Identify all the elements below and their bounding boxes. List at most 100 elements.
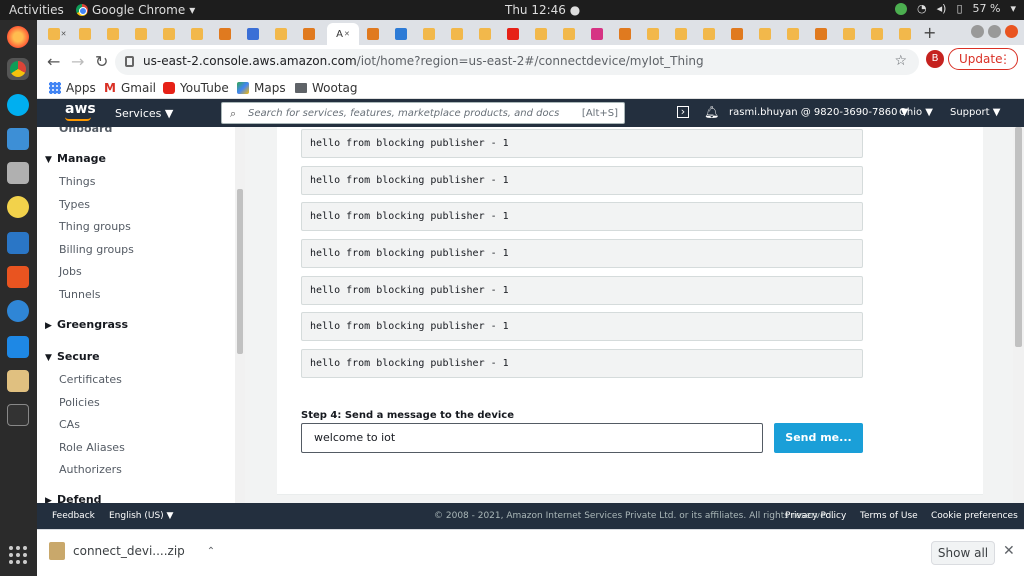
tab[interactable] <box>893 23 917 45</box>
files-icon[interactable] <box>7 162 29 184</box>
cookie-preferences-link[interactable]: Cookie preferences <box>931 511 1018 521</box>
bookmark-wootag[interactable]: Wootag <box>295 81 358 95</box>
skype-icon[interactable] <box>7 94 29 116</box>
minimize-button[interactable] <box>971 25 984 38</box>
tab[interactable] <box>73 23 97 45</box>
sidebar-scroll-thumb[interactable] <box>237 189 243 354</box>
bookmark-apps[interactable]: Apps <box>49 81 96 95</box>
address-bar[interactable]: us-east-2.console.aws.amazon.com/iot/hom… <box>115 49 919 75</box>
tab[interactable] <box>613 23 637 45</box>
close-window-button[interactable] <box>1005 25 1018 38</box>
close-icon[interactable]: ✕ <box>1003 543 1015 559</box>
tab[interactable] <box>101 23 125 45</box>
bookmark-gmail[interactable]: M Gmail <box>104 81 156 95</box>
show-apps-icon[interactable] <box>9 546 27 564</box>
tab[interactable] <box>837 23 861 45</box>
main-scroll-thumb[interactable] <box>1015 127 1022 347</box>
tab[interactable] <box>725 23 749 45</box>
back-icon[interactable]: ← <box>47 52 60 71</box>
reload-icon[interactable]: ↻ <box>95 52 108 71</box>
sidebar-item-thing-groups[interactable]: Thing groups <box>59 220 131 233</box>
region-menu[interactable]: Ohio ▼ <box>899 107 933 118</box>
sidebar-item-billing-groups[interactable]: Billing groups <box>59 243 134 256</box>
activities-button[interactable]: Activities <box>9 3 64 17</box>
tab[interactable] <box>557 23 581 45</box>
tab[interactable] <box>129 23 153 45</box>
support-menu[interactable]: Support ▼ <box>950 107 1000 118</box>
sidebar-item-certificates[interactable]: Certificates <box>59 373 122 386</box>
show-all-button[interactable]: Show all <box>931 541 995 565</box>
bookmark-maps[interactable]: Maps <box>237 81 286 95</box>
writer-icon[interactable] <box>7 232 29 254</box>
firefox-icon[interactable] <box>7 26 29 48</box>
bell-icon[interactable]: 🔔︎ <box>704 105 719 119</box>
terminal-icon[interactable] <box>7 404 29 426</box>
sidebar-item-role-aliases[interactable]: Role Aliases <box>59 441 125 454</box>
feedback-link[interactable]: Feedback <box>52 511 95 521</box>
sidebar-onboard-partial[interactable]: Onboard <box>59 127 112 135</box>
bookmark-youtube[interactable]: YouTube <box>163 81 229 95</box>
account-menu[interactable]: rasmi.bhuyan @ 9820-3690-7860 ▼ <box>729 107 908 118</box>
sidebar-item-authorizers[interactable]: Authorizers <box>59 463 122 476</box>
clock[interactable]: Thu 12:46 ● <box>505 3 580 17</box>
sidebar-item-cas[interactable]: CAs <box>59 418 80 431</box>
tab[interactable] <box>753 23 777 45</box>
tab[interactable] <box>809 23 833 45</box>
close-icon[interactable]: ✕ <box>61 30 67 38</box>
chevron-up-icon[interactable]: ⌃ <box>207 546 215 557</box>
sidebar-scrollbar[interactable] <box>235 127 245 503</box>
download-item[interactable]: connect_devi....zip ⌃ <box>49 542 215 560</box>
sidebar-section-secure[interactable]: ▼ Secure <box>45 350 100 363</box>
tab[interactable] <box>669 23 693 45</box>
services-menu[interactable]: Services ▼ <box>115 107 173 120</box>
update-button[interactable]: Update ⋮ <box>948 48 1018 70</box>
tab[interactable]: ✕ <box>45 23 69 45</box>
tab[interactable] <box>417 23 441 45</box>
cloudshell-icon[interactable]: › <box>677 106 689 118</box>
terms-of-use-link[interactable]: Terms of Use <box>860 511 918 521</box>
main-scrollbar[interactable] <box>1013 127 1024 503</box>
message-input[interactable]: welcome to iot <box>301 423 763 453</box>
system-tray[interactable]: ◔ ◂) ▯ 57 % ▾ <box>895 2 1016 15</box>
language-selector[interactable]: English (US) ▼ <box>109 511 173 521</box>
tab[interactable] <box>641 23 665 45</box>
tab[interactable] <box>445 23 469 45</box>
tab[interactable] <box>529 23 553 45</box>
text-editor-icon[interactable] <box>7 370 29 392</box>
sidebar-item-things[interactable]: Things <box>59 175 95 188</box>
tab[interactable] <box>241 23 265 45</box>
tab[interactable] <box>585 23 609 45</box>
software-icon[interactable] <box>7 266 29 288</box>
tab[interactable] <box>269 23 293 45</box>
bookmark-star-icon[interactable]: ☆ <box>894 53 907 69</box>
chrome-dock-icon[interactable] <box>7 58 29 80</box>
aws-search-input[interactable]: ⌕ Search for services, features, marketp… <box>221 102 625 124</box>
profile-avatar[interactable]: B <box>926 50 944 68</box>
sidebar-section-manage[interactable]: ▼ Manage <box>45 152 106 165</box>
rhythmbox-icon[interactable] <box>7 196 29 218</box>
sidebar-item-types[interactable]: Types <box>59 198 90 211</box>
privacy-policy-link[interactable]: Privacy Policy <box>785 511 846 521</box>
tab[interactable] <box>781 23 805 45</box>
tab[interactable] <box>501 23 525 45</box>
tab[interactable] <box>297 23 321 45</box>
sidebar-item-jobs[interactable]: Jobs <box>59 265 82 278</box>
tab[interactable] <box>697 23 721 45</box>
close-icon[interactable]: ✕ <box>344 30 350 38</box>
vscode-icon[interactable] <box>7 336 29 358</box>
aws-logo[interactable]: aws <box>65 101 96 121</box>
tab[interactable] <box>213 23 237 45</box>
tab[interactable] <box>473 23 497 45</box>
tab[interactable] <box>865 23 889 45</box>
maximize-button[interactable] <box>988 25 1001 38</box>
tab[interactable] <box>157 23 181 45</box>
tab[interactable] <box>361 23 385 45</box>
sidebar-item-policies[interactable]: Policies <box>59 396 100 409</box>
help-icon[interactable] <box>7 300 29 322</box>
active-tab[interactable]: A ✕ <box>327 23 359 45</box>
tab[interactable] <box>185 23 209 45</box>
sidebar-section-defend[interactable]: ▶ Defend <box>45 493 102 503</box>
sidebar-section-greengrass[interactable]: ▶ Greengrass <box>45 318 128 331</box>
sidebar-item-tunnels[interactable]: Tunnels <box>59 288 101 301</box>
tab[interactable] <box>389 23 413 45</box>
